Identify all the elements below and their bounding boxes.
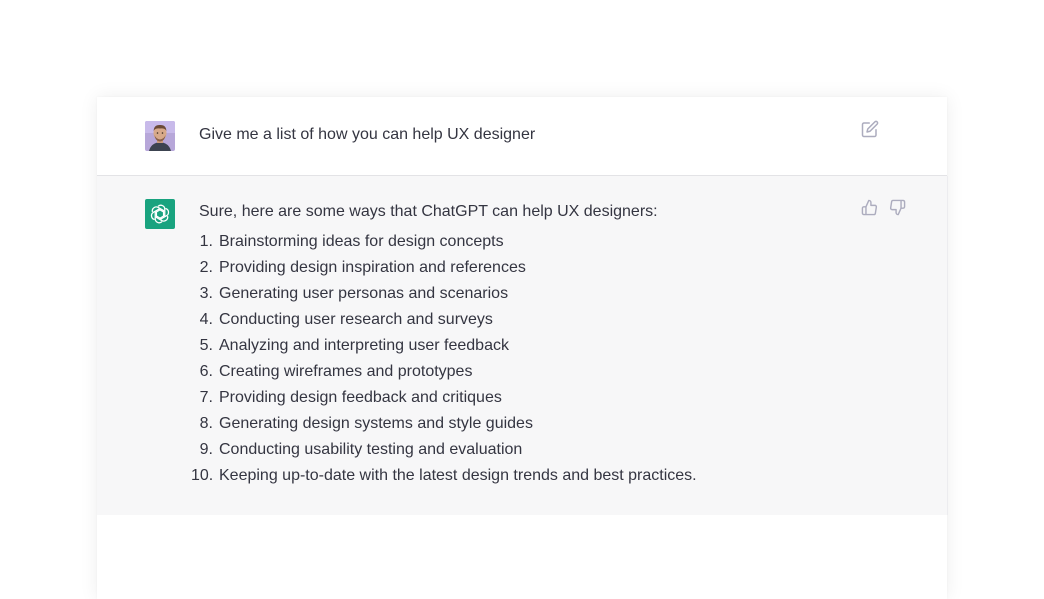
list-item-number: 9. <box>199 441 213 458</box>
chat-thread: Give me a list of how you can help UX de… <box>97 97 948 599</box>
list-item-number: 1. <box>199 233 213 250</box>
assistant-intro-text: Sure, here are some ways that ChatGPT ca… <box>199 203 658 220</box>
list-item: 6. Creating wireframes and prototypes <box>199 362 697 388</box>
list-item-number: 2. <box>199 259 213 276</box>
list-item: 7. Providing design feedback and critique… <box>199 388 697 414</box>
user-avatar <box>145 121 175 151</box>
list-item-text: Generating user personas and scenarios <box>219 285 509 302</box>
list-item-number: 6. <box>199 363 213 380</box>
thumbs-down-button[interactable] <box>889 199 907 217</box>
list-item-number: 4. <box>199 311 213 328</box>
list-item: 8. Generating design systems and style gu… <box>199 414 697 440</box>
user-message-text: Give me a list of how you can help UX de… <box>199 126 536 143</box>
thumbs-up-icon <box>861 199 878 216</box>
list-item-number: 5. <box>199 337 213 354</box>
list-item: 4. Conducting user research and surveys <box>199 310 697 336</box>
chatgpt-logo-icon <box>145 199 175 229</box>
list-item-text: Analyzing and interpreting user feedback <box>219 337 509 354</box>
list-item-number: 3. <box>199 285 213 302</box>
edit-icon <box>861 120 879 138</box>
thumbs-down-icon <box>889 199 906 216</box>
list-item-text: Brainstorming ideas for design concepts <box>219 233 504 250</box>
assistant-message-row: Sure, here are some ways that ChatGPT ca… <box>97 176 948 515</box>
list-item: 3. Generating user personas and scenarios <box>199 284 697 310</box>
list-item-text: Generating design systems and style guid… <box>219 415 533 432</box>
list-item: 5. Analyzing and interpreting user feedba… <box>199 336 697 362</box>
list-item-number: 7. <box>199 389 213 406</box>
list-item-text: Providing design inspiration and referen… <box>219 259 526 276</box>
list-item-text: Providing design feedback and critiques <box>219 389 502 406</box>
assistant-answer-list: 1. Brainstorming ideas for design concept… <box>191 232 697 492</box>
list-item-text: Creating wireframes and prototypes <box>219 363 473 380</box>
thumbs-up-button[interactable] <box>861 199 879 217</box>
list-item-text: Keeping up-to-date with the latest desig… <box>219 467 697 484</box>
list-item: 2. Providing design inspiration and refer… <box>199 258 697 284</box>
list-item: 1. Brainstorming ideas for design concept… <box>199 232 697 258</box>
user-message-row: Give me a list of how you can help UX de… <box>97 97 947 176</box>
list-item-text: Conducting user research and surveys <box>219 311 493 328</box>
list-item-number: 10. <box>191 467 214 484</box>
edit-message-button[interactable] <box>861 120 881 140</box>
list-item: 9. Conducting usability testing and evalu… <box>199 440 697 466</box>
list-item: 10. Keeping up-to-date with the latest de… <box>191 466 697 492</box>
list-item-text: Conducting usability testing and evaluat… <box>219 441 523 458</box>
list-item-number: 8. <box>199 415 213 432</box>
